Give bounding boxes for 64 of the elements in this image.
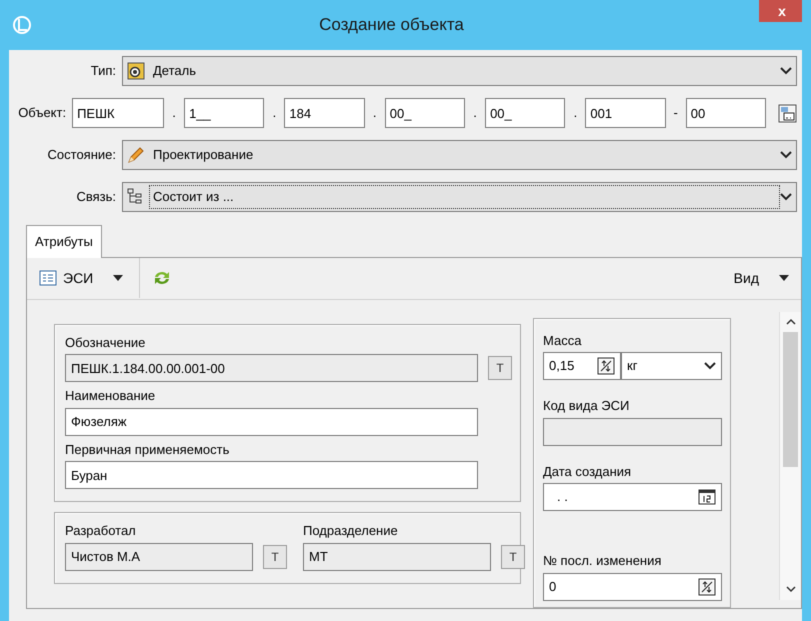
input-field[interactable]: 184: [284, 98, 365, 128]
field-label: Подразделение: [303, 522, 399, 540]
input-field[interactable]: Фюзеляж: [65, 408, 478, 436]
chevron-icon[interactable]: [780, 193, 792, 201]
part-icon: [127, 62, 145, 80]
input-field[interactable]: 0: [543, 572, 722, 600]
separator-text: -: [672, 104, 679, 122]
field-label: Код вида ЭСИ: [543, 397, 630, 415]
separator-text: .: [472, 104, 478, 122]
field-label: Разработал: [65, 522, 137, 540]
field-label: Масса: [543, 332, 582, 350]
dropdown[interactable]: Деталь: [122, 56, 797, 86]
field-label: Наименование: [65, 387, 156, 405]
field-label: Обозначение: [65, 334, 146, 352]
chevron-icon[interactable]: [780, 151, 792, 159]
view-menu-button[interactable]: Вид: [730, 266, 793, 290]
pencil-icon: [127, 146, 145, 164]
input-field[interactable]: . .: [543, 483, 722, 511]
separator-text: .: [572, 104, 578, 122]
caret-icon[interactable]: [113, 275, 124, 281]
field-label: № посл. изменения: [543, 552, 662, 570]
view-menu-button[interactable]: ЭСИ: [35, 266, 128, 290]
field-label: Тип:: [90, 62, 117, 80]
input-field[interactable]: 001: [585, 98, 666, 128]
copy-designation-icon[interactable]: [778, 104, 798, 122]
spin-icon[interactable]: [597, 357, 615, 375]
app-logo-icon: [12, 15, 32, 35]
chevron-icon[interactable]: [780, 67, 792, 75]
input-field[interactable]: 00: [686, 98, 766, 128]
window-title: Создание объекта: [319, 15, 464, 34]
field-label: Состояние:: [46, 146, 117, 164]
input-field[interactable]: 00_: [485, 98, 566, 128]
tab[interactable]: Атрибуты: [26, 225, 102, 258]
input-field[interactable]: Буран: [65, 461, 478, 489]
input-field[interactable]: 1__: [184, 98, 264, 128]
input-field[interactable]: 0,15: [543, 352, 621, 380]
input-field[interactable]: Чистов М.А: [65, 542, 253, 570]
scrollbar[interactable]: [779, 312, 801, 600]
input-field[interactable]: [543, 418, 722, 446]
text-button[interactable]: T: [501, 544, 525, 568]
field-label: Первичная применяемость: [65, 440, 230, 459]
dropdown[interactable]: Проектирование: [122, 140, 797, 170]
separator-text: .: [272, 104, 278, 122]
chevron-icon[interactable]: [704, 362, 716, 370]
spin-icon[interactable]: [698, 578, 716, 596]
caret-icon[interactable]: [779, 275, 789, 281]
input-field[interactable]: МТ: [303, 542, 491, 570]
input-field[interactable]: ПЕШК.1.184.00.00.001-00: [65, 354, 478, 382]
field-label: Дата создания: [543, 462, 632, 481]
text-button[interactable]: T: [488, 356, 512, 380]
separator-text: .: [372, 104, 378, 122]
input-field[interactable]: 00_: [384, 98, 466, 128]
calendar-icon[interactable]: [698, 489, 716, 505]
input-field[interactable]: ПЕШК: [72, 98, 164, 128]
close-button[interactable]: x: [759, 0, 802, 22]
scroll-up-icon[interactable]: [786, 318, 796, 325]
separator-text: .: [171, 104, 177, 122]
scroll-down-icon[interactable]: [786, 586, 796, 593]
text-button[interactable]: T: [263, 544, 287, 568]
dropdown[interactable]: кг: [621, 352, 722, 380]
field-label: Связь:: [75, 188, 117, 206]
dropdown[interactable]: Состоит из ...: [122, 182, 797, 212]
form-icon: [39, 270, 57, 286]
field-label: Объект:: [17, 104, 68, 122]
